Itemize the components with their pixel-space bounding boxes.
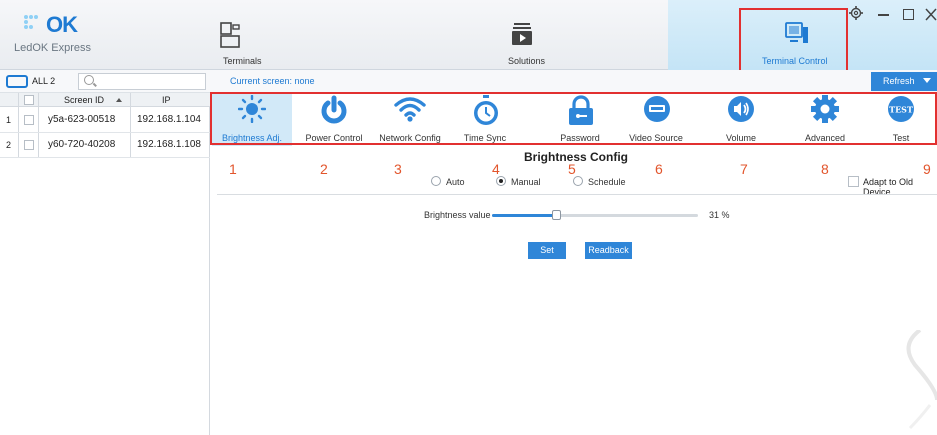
- search-icon: [84, 75, 94, 85]
- sort-ascending-icon[interactable]: [116, 98, 122, 102]
- radio-schedule[interactable]: [573, 176, 583, 186]
- annotation-number: 2: [320, 161, 328, 177]
- brightness-value-readout: 31 %: [709, 210, 730, 220]
- select-all-checkbox[interactable]: [24, 95, 34, 105]
- settings-icon[interactable]: [849, 6, 863, 20]
- table-header: Screen ID IP: [0, 93, 210, 107]
- tab-terminals-label: Terminals: [223, 56, 262, 66]
- annotation-number: 4: [492, 161, 500, 177]
- radio-manual[interactable]: [496, 176, 506, 186]
- row-checkbox[interactable]: [24, 115, 34, 125]
- brightness-slider-fill: [492, 214, 556, 217]
- brightness-slider-handle[interactable]: [552, 210, 561, 220]
- column-header-ip[interactable]: IP: [162, 95, 171, 105]
- refresh-label: Refresh: [883, 76, 915, 86]
- screen-group-icon[interactable]: [6, 75, 28, 88]
- row-index: 1: [6, 115, 12, 125]
- row-screen-id: y60-720-40208: [48, 139, 116, 150]
- close-icon[interactable]: [925, 8, 937, 21]
- column-header-screen-id[interactable]: Screen ID: [64, 95, 104, 105]
- row-ip: 192.168.1.104: [137, 114, 201, 125]
- table-row[interactable]: 1 y5a-623-00518 192.168.1.104: [0, 108, 210, 133]
- search-input[interactable]: [78, 73, 206, 90]
- annotation-number: 8: [821, 161, 829, 177]
- refresh-button[interactable]: Refresh: [871, 72, 937, 91]
- top-navigation-bar: OK LedOK Express Terminals Solutions Ter…: [0, 0, 937, 73]
- radio-auto[interactable]: [431, 176, 441, 186]
- logo-letters: OK: [46, 12, 78, 37]
- section-divider: [217, 194, 937, 195]
- annotation-box-feature-bar: [210, 92, 937, 145]
- row-ip: 192.168.1.108: [137, 139, 201, 150]
- annotation-box-terminal-control: [739, 8, 848, 73]
- row-checkbox[interactable]: [24, 140, 34, 150]
- current-screen-status: Current screen: none: [230, 76, 315, 86]
- annotation-number: 6: [655, 161, 663, 177]
- screen-list-panel: Screen ID IP 1 y5a-623-00518 192.168.1.1…: [0, 93, 210, 435]
- row-index: 2: [6, 140, 12, 150]
- tab-terminals[interactable]: Terminals: [220, 0, 420, 70]
- solutions-icon: [512, 23, 532, 45]
- screen-toolbar: ALL 2 Current screen: none Refresh: [0, 70, 937, 93]
- radio-manual-label: Manual: [511, 177, 541, 187]
- brightness-value-label: Brightness value: [424, 210, 491, 220]
- maximize-icon[interactable]: [903, 9, 914, 20]
- minimize-icon[interactable]: [878, 14, 889, 16]
- page-title: Brightness Config: [524, 150, 628, 164]
- watermark-curve: [906, 330, 937, 430]
- brightness-slider[interactable]: [492, 210, 698, 220]
- annotation-number: 9: [923, 161, 931, 177]
- tab-solutions[interactable]: Solutions: [450, 0, 610, 70]
- chevron-down-icon[interactable]: [923, 78, 931, 83]
- annotation-number: 7: [740, 161, 748, 177]
- annotation-number: 1: [229, 161, 237, 177]
- readback-button[interactable]: Readback: [585, 242, 632, 259]
- annotation-number: 3: [394, 161, 402, 177]
- row-screen-id: y5a-623-00518: [48, 114, 116, 125]
- radio-schedule-label: Schedule: [588, 177, 626, 187]
- terminals-icon: [220, 22, 240, 48]
- app-name: LedOK Express: [14, 42, 92, 54]
- tab-solutions-label: Solutions: [508, 56, 546, 66]
- set-button[interactable]: Set: [528, 242, 566, 259]
- adapt-old-device-checkbox[interactable]: [848, 176, 859, 187]
- table-row[interactable]: 2 y60-720-40208 192.168.1.108: [0, 133, 210, 158]
- app-logo: OK LedOK Express: [14, 8, 104, 64]
- radio-auto-label: Auto: [446, 177, 465, 187]
- all-screens-label[interactable]: ALL 2: [32, 76, 55, 86]
